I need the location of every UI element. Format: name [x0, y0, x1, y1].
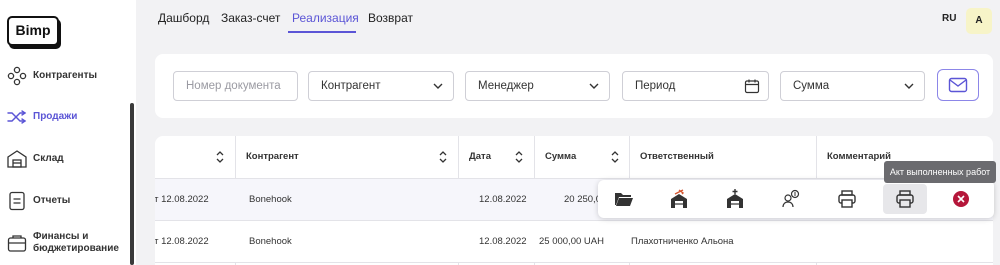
- row-amount: 25 000,00 UAH: [539, 236, 604, 247]
- manager-select[interactable]: Менеджер: [465, 71, 610, 101]
- column-header-responsible[interactable]: Ответственный: [630, 136, 816, 178]
- sidebar-item-label: Финансы и бюджетирование: [33, 231, 119, 254]
- mail-icon: [948, 77, 968, 93]
- payment-button[interactable]: [769, 184, 813, 214]
- folder-open-icon: [615, 193, 633, 206]
- avatar[interactable]: A: [966, 8, 992, 34]
- tooltip: Акт выполненных работ: [884, 161, 996, 183]
- print-act-button[interactable]: [883, 184, 927, 214]
- open-document-button[interactable]: [602, 184, 646, 214]
- period-picker[interactable]: Период: [622, 71, 769, 101]
- period-picker-label: Период: [635, 80, 676, 92]
- column-header-document[interactable]: [155, 136, 235, 178]
- report-icon: [7, 191, 27, 211]
- contractor-select-label: Контрагент: [321, 80, 381, 92]
- chevron-down-icon: [904, 83, 914, 89]
- sidebar-item-sales[interactable]: Продажи: [0, 102, 136, 132]
- warehouse-icon: [7, 149, 27, 169]
- tab-order-invoice[interactable]: Заказ-счет: [221, 11, 280, 25]
- shuffle-icon: [7, 107, 27, 127]
- warehouse-in-icon: [727, 189, 743, 208]
- person-money-icon: [782, 189, 800, 208]
- sidebar-item-reports[interactable]: Отчеты: [0, 186, 136, 216]
- row-date: 12.08.2022: [479, 194, 527, 205]
- sidebar-item-label: Продажи: [33, 111, 78, 122]
- row-date: 12.08.2022: [479, 236, 527, 247]
- row-responsible: Плахотниченко Альона: [631, 236, 734, 247]
- calendar-icon: [744, 79, 760, 94]
- sidebar-item-finance[interactable]: Финансы и бюджетирование: [0, 228, 136, 258]
- doc-number-input[interactable]: Номер документа: [173, 71, 298, 101]
- print-icon: [838, 190, 856, 208]
- delete-button[interactable]: [939, 184, 983, 214]
- filter-panel: Номер документа Контрагент Менеджер Пери…: [155, 54, 993, 118]
- active-tab-indicator: [288, 31, 356, 33]
- chevron-down-icon: [589, 83, 599, 89]
- sidebar: Bimp Контрагенты Продажи Склад Отчеты Фи…: [0, 0, 136, 265]
- row-actions-bar: [598, 180, 994, 218]
- receive-to-warehouse-button[interactable]: [713, 184, 757, 214]
- print-button[interactable]: [825, 184, 869, 214]
- row-document-date: от 12.08.2022: [155, 194, 209, 205]
- row-document-date: от 12.08.2022: [155, 236, 209, 247]
- ship-from-warehouse-button[interactable]: [657, 184, 701, 214]
- contractors-icon: [7, 66, 27, 86]
- sort-icon[interactable]: [438, 149, 448, 165]
- sidebar-item-contractors[interactable]: Контрагенты: [0, 61, 136, 91]
- sidebar-item-label: Отчеты: [33, 195, 71, 206]
- sort-icon[interactable]: [610, 149, 620, 165]
- print-act-icon: [896, 190, 914, 208]
- close-circle-icon: [953, 191, 969, 207]
- sidebar-item-label: Контрагенты: [33, 70, 98, 81]
- sidebar-item-warehouse[interactable]: Склад: [0, 144, 136, 174]
- tab-sales-realization[interactable]: Реализация: [292, 11, 359, 25]
- column-header-amount[interactable]: Сумма: [535, 136, 630, 178]
- column-header-date[interactable]: Дата: [459, 136, 534, 178]
- send-email-button[interactable]: [937, 69, 979, 101]
- column-header-contractor[interactable]: Контрагент: [236, 136, 458, 178]
- contractor-select[interactable]: Контрагент: [308, 71, 454, 101]
- row-contractor: Bonehook: [249, 236, 292, 247]
- sidebar-scrollbar[interactable]: [130, 103, 134, 265]
- sort-icon[interactable]: [514, 149, 524, 165]
- wallet-icon: [7, 233, 27, 253]
- amount-select-label: Сумма: [793, 80, 830, 92]
- row-divider: [155, 262, 993, 263]
- language-switcher[interactable]: RU: [942, 13, 956, 24]
- tab-return[interactable]: Возврат: [368, 11, 413, 25]
- amount-select[interactable]: Сумма: [780, 71, 925, 101]
- warehouse-out-icon: [671, 189, 687, 208]
- manager-select-label: Менеджер: [478, 80, 534, 92]
- sidebar-item-label: Склад: [33, 153, 64, 164]
- tab-dashboard[interactable]: Дашборд: [158, 11, 209, 25]
- app-logo[interactable]: Bimp: [7, 16, 59, 46]
- sort-icon[interactable]: [215, 149, 225, 165]
- chevron-down-icon: [433, 83, 443, 89]
- row-contractor: Bonehook: [249, 194, 292, 205]
